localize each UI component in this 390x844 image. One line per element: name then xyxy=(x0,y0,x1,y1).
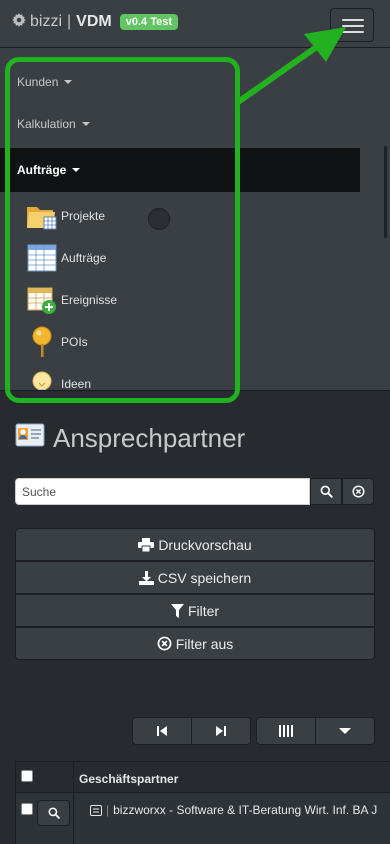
filter-button[interactable]: Filter xyxy=(15,594,375,627)
select-all-checkbox[interactable] xyxy=(21,770,33,782)
search-input[interactable] xyxy=(15,478,310,505)
lightbulb-icon xyxy=(26,368,58,390)
menu-item-label: Kalkulation xyxy=(17,117,76,131)
row-partner-cell[interactable]: | bizzworxx - Software & IT-Beratung Wir… xyxy=(90,803,377,817)
caret-down-icon xyxy=(81,122,90,126)
clear-search-button[interactable] xyxy=(342,478,374,505)
filter-icon xyxy=(170,603,184,618)
columns-button[interactable] xyxy=(256,717,316,745)
clear-filter-icon xyxy=(157,636,172,651)
filter-off-label: Filter aus xyxy=(175,635,234,652)
submenu-item-projekte[interactable]: Projekte xyxy=(26,200,105,232)
print-preview-label: Druckvorschau xyxy=(158,536,252,553)
row-checkbox[interactable] xyxy=(21,803,33,815)
record-icon xyxy=(90,804,102,816)
menu-item-auftraege[interactable]: Aufträge xyxy=(0,148,360,192)
table-header-row xyxy=(15,762,390,793)
first-page-button[interactable] xyxy=(132,717,192,745)
submenu-item-ideen[interactable]: Ideen xyxy=(26,368,92,391)
menu-item-label: Kunden xyxy=(17,75,59,89)
partner-name: bizzworxx - Software & IT-Beratung Wirt.… xyxy=(113,803,378,817)
step-forward-icon xyxy=(216,726,226,736)
page-title: Ansprechpartner xyxy=(15,422,245,455)
filter-off-button[interactable]: Filter aus xyxy=(15,627,375,660)
brand-separator: | xyxy=(67,13,72,30)
hamburger-icon xyxy=(342,19,364,21)
submenu-item-auftraege[interactable]: Aufträge xyxy=(26,242,106,274)
navbar: bizzi | VDM v0.4 Test xyxy=(0,0,390,48)
columns-icon xyxy=(279,725,293,737)
contact-card-icon xyxy=(15,422,45,455)
page-title-text: Ansprechpartner xyxy=(53,423,246,453)
nav-menu: Kunden Kalkulation Aufträge Projekte Auf… xyxy=(0,48,390,391)
csv-save-label: CSV speichern xyxy=(157,569,252,586)
menu-toggle-button[interactable] xyxy=(330,8,374,42)
printer-icon xyxy=(138,537,155,552)
table-row[interactable] xyxy=(15,793,390,844)
dropdown-toggle-button[interactable] xyxy=(315,717,375,745)
row-view-button[interactable] xyxy=(37,800,70,826)
submenu-item-label: Aufträge xyxy=(61,251,107,265)
submenu-item-label: Ereignisse xyxy=(61,293,118,307)
table-icon xyxy=(26,242,58,274)
app-name: bizzi xyxy=(30,13,63,30)
caret-down-icon xyxy=(64,80,73,84)
module-name: VDM xyxy=(76,13,112,30)
version-badge: v0.4 Test xyxy=(119,14,179,30)
submenu-item-label: POIs xyxy=(61,335,88,349)
download-icon xyxy=(138,570,154,585)
step-backward-icon xyxy=(157,726,167,736)
menu-item-kunden[interactable]: Kunden xyxy=(0,62,360,102)
caret-down-icon xyxy=(339,728,351,734)
brand[interactable]: bizzi | VDM v0.4 Test xyxy=(12,13,179,31)
cell-separator: | xyxy=(106,803,110,817)
calendar-add-icon xyxy=(26,284,58,316)
contacts-table: Geschäftspartner | bizzworxx - Software … xyxy=(15,761,390,844)
search-icon xyxy=(48,807,60,819)
submenu-item-label: Ideen xyxy=(61,377,92,391)
touch-indicator xyxy=(148,208,170,230)
print-preview-button[interactable]: Druckvorschau xyxy=(15,528,375,561)
search-icon xyxy=(320,485,333,498)
clear-icon xyxy=(351,485,365,498)
submenu-item-label: Projekte xyxy=(61,209,106,223)
pin-icon xyxy=(26,326,58,358)
menu-item-kalkulation[interactable]: Kalkulation xyxy=(0,104,360,144)
csv-save-button[interactable]: CSV speichern xyxy=(15,561,375,594)
gear-icon xyxy=(12,13,26,31)
menu-scrollbar[interactable] xyxy=(384,146,387,238)
search-button[interactable] xyxy=(310,478,342,505)
filter-label: Filter xyxy=(187,602,220,619)
caret-down-icon xyxy=(72,168,81,172)
menu-item-label: Aufträge xyxy=(17,163,67,177)
column-header-partner: Geschäftspartner xyxy=(79,772,179,786)
last-page-button[interactable] xyxy=(191,717,251,745)
submenu-item-ereignisse[interactable]: Ereignisse xyxy=(26,284,117,316)
submenu-item-pois[interactable]: POIs xyxy=(26,326,88,358)
folder-icon xyxy=(26,200,58,232)
